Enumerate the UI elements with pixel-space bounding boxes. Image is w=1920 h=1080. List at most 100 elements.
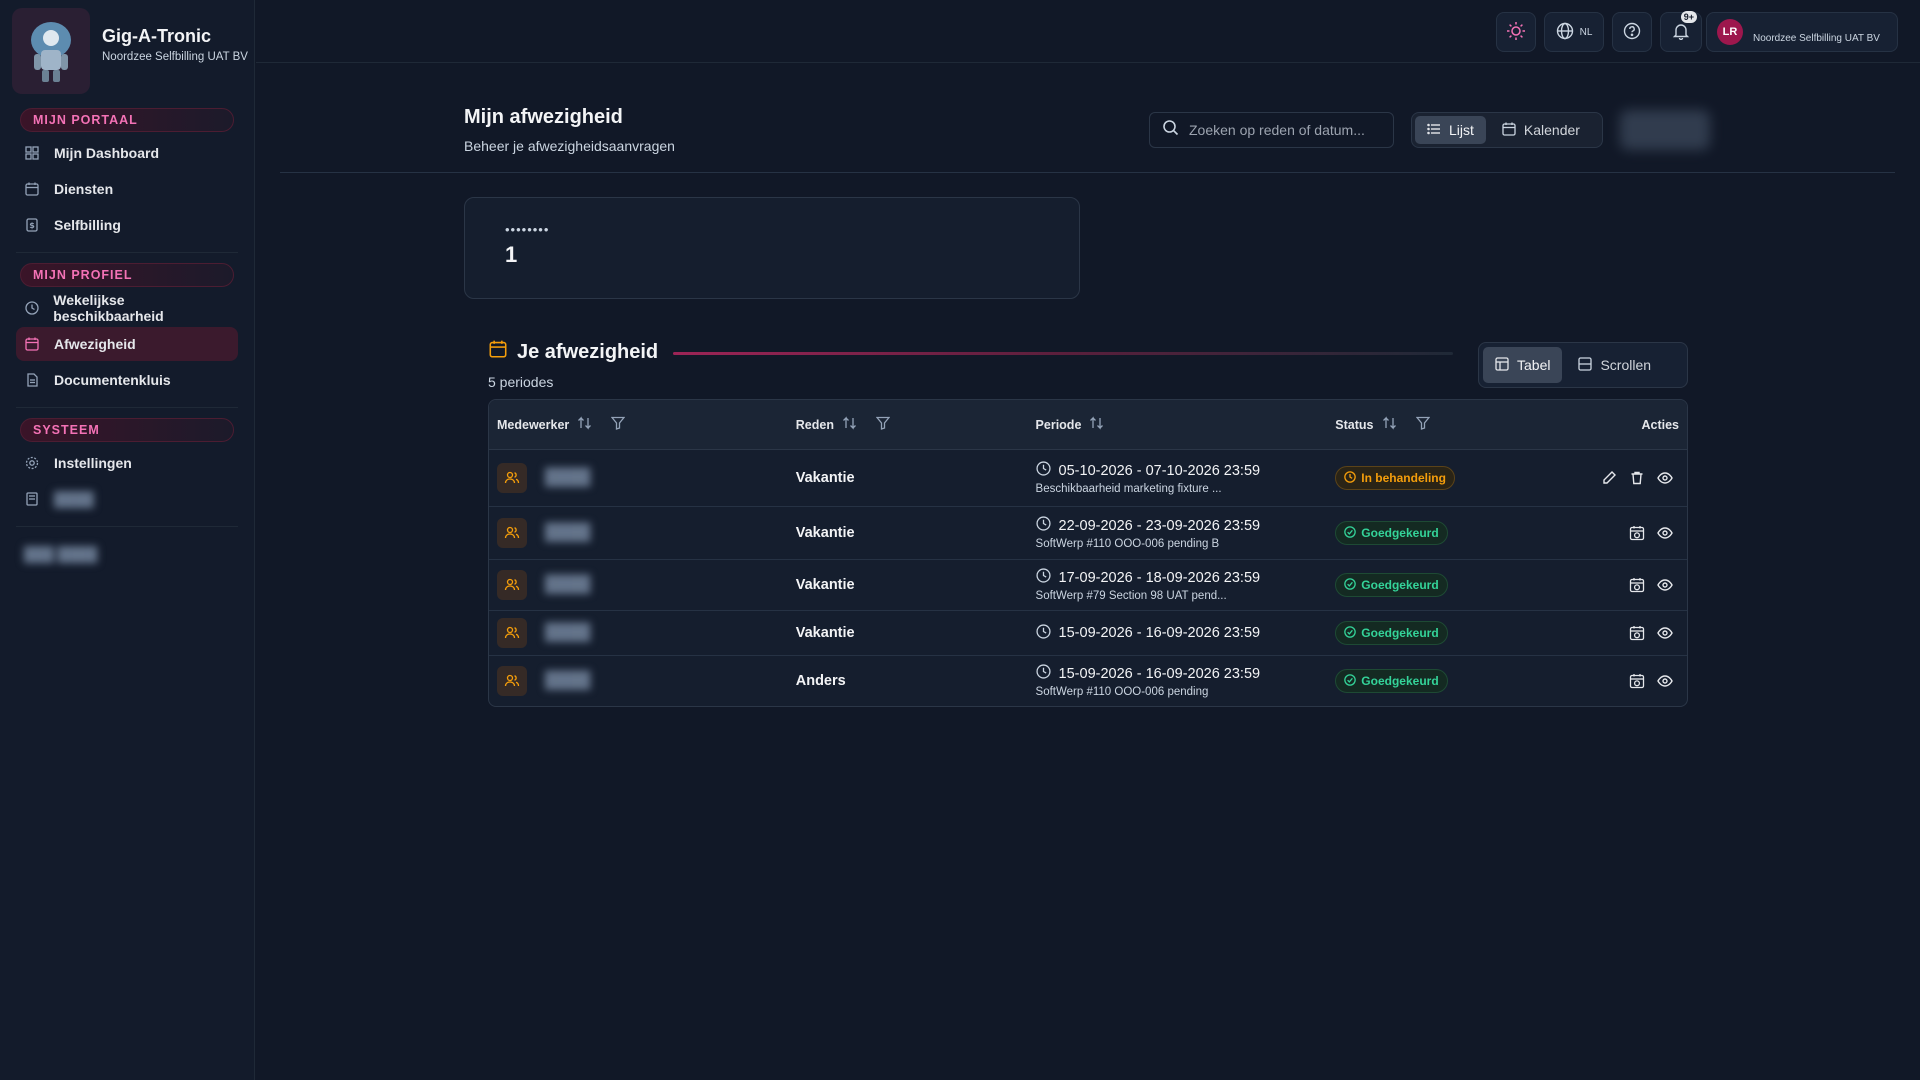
eye-icon[interactable] xyxy=(1657,625,1673,641)
eye-icon[interactable] xyxy=(1657,577,1673,593)
employee-name: ████ xyxy=(545,672,591,689)
sidebar-item-diensten[interactable]: Diensten xyxy=(16,172,238,206)
users-icon xyxy=(497,570,527,600)
help-icon xyxy=(1623,22,1641,43)
calendar-clock-icon[interactable] xyxy=(1629,577,1645,593)
invoice-icon: $ xyxy=(24,217,40,233)
clock-icon xyxy=(1035,568,1051,587)
period-text: 05-10-2026 - 07-10-2026 23:59 xyxy=(1058,462,1261,479)
period-text: 22-09-2026 - 23-09-2026 23:59 xyxy=(1058,517,1261,534)
view-calendar-button[interactable]: Kalender xyxy=(1490,116,1592,144)
column-status: Status xyxy=(1327,416,1527,433)
employee-name: ████ xyxy=(545,524,591,541)
eye-icon[interactable] xyxy=(1657,525,1673,541)
notification-badge: 9+ xyxy=(1680,11,1697,23)
sort-icon[interactable] xyxy=(842,416,858,433)
blurred-action-button[interactable] xyxy=(1620,110,1710,150)
table-row[interactable]: ████ Vakantie 15-09-2026 - 16-09-2026 23… xyxy=(489,611,1687,656)
mode-table-label: Tabel xyxy=(1517,357,1551,373)
sidebar-item-documentenkluis[interactable]: Documentenkluis xyxy=(16,363,238,397)
topbar: NL 9+ LR Noordzee Selfbilling UAT BV xyxy=(256,0,1920,63)
sidebar-item-instellingen[interactable]: Instellingen xyxy=(16,446,238,480)
list-icon xyxy=(1427,122,1441,139)
svg-text:$: $ xyxy=(29,221,35,230)
users-icon xyxy=(497,463,527,493)
view-toggle: Lijst Kalender xyxy=(1411,112,1603,148)
period-text: 15-09-2026 - 16-09-2026 23:59 xyxy=(1058,665,1261,682)
brand: Gig-A-Tronic Noordzee Selfbilling UAT BV xyxy=(0,0,254,98)
sort-icon[interactable] xyxy=(1382,416,1398,433)
clock-icon xyxy=(1035,516,1051,535)
blurred-label: ████ xyxy=(54,491,94,507)
period-cell: 17-09-2026 - 18-09-2026 23:59 SoftWerp #… xyxy=(1028,568,1328,602)
sidebar-item-label: Wekelijkse beschikbaarheid xyxy=(53,292,164,324)
sun-icon xyxy=(1506,21,1526,44)
help-button[interactable] xyxy=(1612,12,1652,52)
status-badge: In behandeling xyxy=(1335,466,1455,490)
calendar-clock-icon[interactable] xyxy=(1629,625,1645,641)
sidebar-item-blurred[interactable]: ███ ████ xyxy=(16,537,238,571)
header-divider xyxy=(280,172,1895,173)
calendar-icon xyxy=(1502,122,1516,139)
table-row[interactable]: ████ Vakantie 17-09-2026 - 18-09-2026 23… xyxy=(489,560,1687,611)
stat-card: •••••••• 1 xyxy=(464,197,1080,299)
check-circle-icon xyxy=(1344,625,1357,641)
employee-name: ████ xyxy=(545,624,591,641)
status-badge: Goedgekeurd xyxy=(1335,573,1448,597)
language-button[interactable]: NL xyxy=(1544,12,1604,52)
theme-toggle-button[interactable] xyxy=(1496,12,1536,52)
eye-icon[interactable] xyxy=(1657,673,1673,689)
mode-table-button[interactable]: Tabel xyxy=(1483,347,1563,383)
sidebar-item-selfbilling[interactable]: $ Selfbilling xyxy=(16,208,238,242)
table-header: Medewerker Reden Periode Status Acties xyxy=(489,400,1687,450)
period-cell: 15-09-2026 - 16-09-2026 23:59 SoftWerp #… xyxy=(1028,664,1328,698)
mode-scroll-button[interactable]: Scrollen xyxy=(1566,347,1663,383)
sidebar-item-hidden[interactable]: ████ xyxy=(16,482,238,516)
sort-icon[interactable] xyxy=(1089,416,1105,433)
avatar: LR xyxy=(1717,19,1743,45)
calendar-clock-icon[interactable] xyxy=(1629,673,1645,689)
view-list-label: Lijst xyxy=(1449,122,1474,138)
column-actions: Acties xyxy=(1527,418,1687,432)
view-list-button[interactable]: Lijst xyxy=(1415,116,1486,144)
user-menu-button[interactable]: LR Noordzee Selfbilling UAT BV xyxy=(1706,12,1898,52)
sidebar-item-label: Selfbilling xyxy=(54,217,121,233)
filter-icon[interactable] xyxy=(610,416,626,433)
column-period: Periode xyxy=(1028,416,1328,433)
employee-name: ████ xyxy=(545,469,591,486)
period-note: Beschikbaarheid marketing fixture ... xyxy=(1035,483,1222,495)
users-icon xyxy=(497,666,527,696)
section-label-portaal: MIJN PORTAAL xyxy=(20,108,234,132)
check-circle-icon xyxy=(1344,673,1357,689)
sidebar-item-dashboard[interactable]: Mijn Dashboard xyxy=(16,136,238,170)
search-input[interactable] xyxy=(1189,122,1379,138)
divider xyxy=(16,407,238,408)
period-cell: 05-10-2026 - 07-10-2026 23:59 Beschikbaa… xyxy=(1028,461,1328,495)
calendar-clock-icon[interactable] xyxy=(1629,525,1645,541)
app-logo[interactable] xyxy=(12,8,90,94)
table-row[interactable]: ████ Vakantie 05-10-2026 - 07-10-2026 23… xyxy=(489,450,1687,507)
search-box[interactable] xyxy=(1149,112,1394,148)
notifications-button[interactable]: 9+ xyxy=(1660,11,1702,52)
filter-icon[interactable] xyxy=(875,416,891,433)
trash-icon[interactable] xyxy=(1629,470,1645,486)
period-text: 17-09-2026 - 18-09-2026 23:59 xyxy=(1058,569,1261,586)
sidebar-item-beschikbaarheid[interactable]: Wekelijkse beschikbaarheid xyxy=(16,291,238,325)
clock-icon xyxy=(1035,623,1051,643)
globe-icon xyxy=(1556,22,1574,43)
status-label: Goedgekeurd xyxy=(1361,626,1439,640)
status-label: Goedgekeurd xyxy=(1361,674,1439,688)
gear-icon xyxy=(24,455,40,471)
edit-icon[interactable] xyxy=(1601,470,1617,486)
grid-icon xyxy=(24,145,40,161)
stat-label: •••••••• xyxy=(505,222,550,237)
sidebar-item-afwezigheid[interactable]: Afwezigheid xyxy=(16,327,238,361)
eye-icon[interactable] xyxy=(1657,470,1673,486)
table-row[interactable]: ████ Anders 15-09-2026 - 16-09-2026 23:5… xyxy=(489,656,1687,706)
clock-icon xyxy=(1344,470,1357,486)
filter-icon[interactable] xyxy=(1415,416,1430,433)
users-icon xyxy=(497,618,527,648)
sort-icon[interactable] xyxy=(577,416,593,433)
status-badge: Goedgekeurd xyxy=(1335,621,1448,645)
table-row[interactable]: ████ Vakantie 22-09-2026 - 23-09-2026 23… xyxy=(489,507,1687,560)
